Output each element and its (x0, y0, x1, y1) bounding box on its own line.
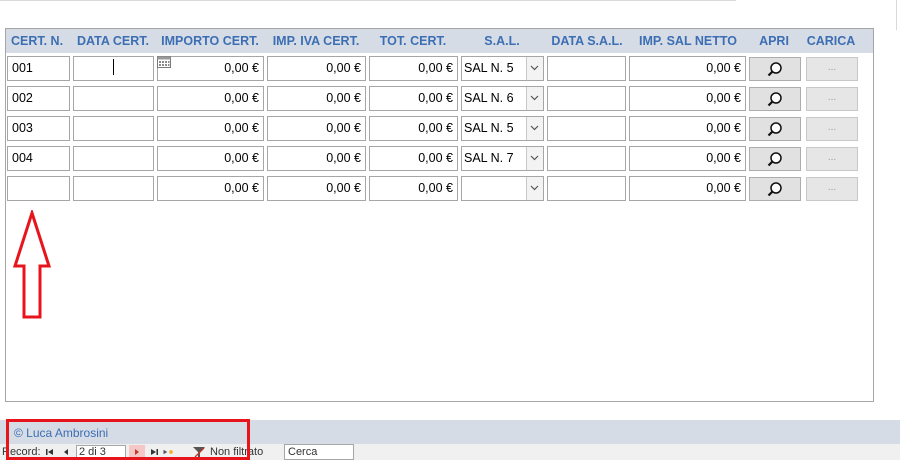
sal-combo-value: SAL N. 5 (464, 121, 514, 135)
tot-cert-field[interactable]: 0,00 € (369, 146, 458, 171)
header-imp-iva-cert: IMP. IVA CERT. (272, 34, 360, 48)
magnifier-icon (767, 92, 782, 107)
search-input[interactable]: Cerca (284, 444, 354, 460)
subform-frame (5, 28, 874, 402)
data-sal-field[interactable] (547, 56, 626, 81)
chevron-down-icon[interactable] (526, 147, 543, 170)
data-sal-field[interactable] (547, 116, 626, 141)
imp-sal-netto-field[interactable]: 0,00 € (629, 86, 746, 111)
carica-button[interactable]: ... (806, 177, 858, 201)
importo-cert-field[interactable]: 0,00 € (157, 116, 264, 141)
magnifier-icon (767, 122, 782, 137)
tot-cert-field[interactable]: 0,00 € (369, 86, 458, 111)
carica-button[interactable]: ... (806, 117, 858, 141)
carica-button[interactable]: ... (806, 147, 858, 171)
header-cert-n: CERT. N. (10, 34, 64, 48)
importo-cert-field[interactable]: 0,00 € (157, 176, 264, 201)
imp-sal-netto-field[interactable]: 0,00 € (629, 146, 746, 171)
header-carica: CARICA (806, 34, 856, 48)
importo-cert-field[interactable]: 0,00 € (157, 56, 264, 81)
header-imp-sal-netto: IMP. SAL NETTO (639, 34, 737, 48)
sal-combo-value: SAL N. 7 (464, 151, 514, 165)
cert-n-field[interactable] (7, 176, 70, 201)
header-data-sal: DATA S.A.L. (551, 34, 623, 48)
imp-iva-cert-field[interactable]: 0,00 € (267, 146, 366, 171)
top-border (0, 0, 736, 1)
data-sal-field[interactable] (547, 146, 626, 171)
imp-iva-cert-field[interactable]: 0,00 € (267, 86, 366, 111)
chevron-down-icon[interactable] (526, 117, 543, 140)
header-sal: S.A.L. (484, 34, 520, 48)
data-sal-field[interactable] (547, 86, 626, 111)
text-cursor (113, 59, 114, 75)
apri-button[interactable] (749, 147, 801, 171)
sal-combo[interactable]: SAL N. 6 (461, 86, 544, 111)
imp-iva-cert-field[interactable]: 0,00 € (267, 176, 366, 201)
data-cert-field[interactable] (73, 146, 154, 171)
magnifier-icon (767, 62, 782, 77)
apri-button[interactable] (749, 57, 801, 81)
cert-n-field[interactable]: 001 (7, 56, 70, 81)
header-importo-cert: IMPORTO CERT. (161, 34, 259, 48)
data-cert-field[interactable] (73, 86, 154, 111)
imp-iva-cert-field[interactable]: 0,00 € (267, 116, 366, 141)
sal-combo[interactable] (461, 176, 544, 201)
data-cert-field[interactable] (73, 176, 154, 201)
apri-button[interactable] (749, 117, 801, 141)
cert-n-field[interactable]: 003 (7, 116, 70, 141)
imp-sal-netto-field[interactable]: 0,00 € (629, 116, 746, 141)
imp-sal-netto-field[interactable]: 0,00 € (629, 56, 746, 81)
cert-n-field[interactable]: 004 (7, 146, 70, 171)
header-apri: APRI (759, 34, 789, 48)
magnifier-icon (767, 152, 782, 167)
highlight-box (6, 419, 250, 460)
data-sal-field[interactable] (547, 176, 626, 201)
data-cert-field[interactable] (73, 116, 154, 141)
carica-button[interactable]: ... (806, 57, 858, 81)
header-tot-cert: TOT. CERT. (379, 34, 447, 48)
tot-cert-field[interactable]: 0,00 € (369, 176, 458, 201)
imp-iva-cert-field[interactable]: 0,00 € (267, 56, 366, 81)
apri-button[interactable] (749, 87, 801, 111)
importo-cert-field[interactable]: 0,00 € (157, 86, 264, 111)
up-arrow-icon (12, 210, 52, 319)
carica-button[interactable]: ... (806, 87, 858, 111)
calendar-icon[interactable] (157, 56, 171, 68)
chevron-down-icon[interactable] (526, 87, 543, 110)
sal-combo[interactable]: SAL N. 7 (461, 146, 544, 171)
tot-cert-field[interactable]: 0,00 € (369, 56, 458, 81)
tot-cert-field[interactable]: 0,00 € (369, 116, 458, 141)
magnifier-icon (767, 182, 782, 197)
sal-combo[interactable]: SAL N. 5 (461, 56, 544, 81)
imp-sal-netto-field[interactable]: 0,00 € (629, 176, 746, 201)
chevron-down-icon[interactable] (526, 57, 543, 80)
sal-combo-value: SAL N. 6 (464, 91, 514, 105)
apri-button[interactable] (749, 177, 801, 201)
right-border (896, 0, 897, 30)
chevron-down-icon[interactable] (526, 177, 543, 200)
importo-cert-field[interactable]: 0,00 € (157, 146, 264, 171)
header-data-cert: DATA CERT. (77, 34, 149, 48)
cert-n-field[interactable]: 002 (7, 86, 70, 111)
sal-combo[interactable]: SAL N. 5 (461, 116, 544, 141)
sal-combo-value: SAL N. 5 (464, 61, 514, 75)
